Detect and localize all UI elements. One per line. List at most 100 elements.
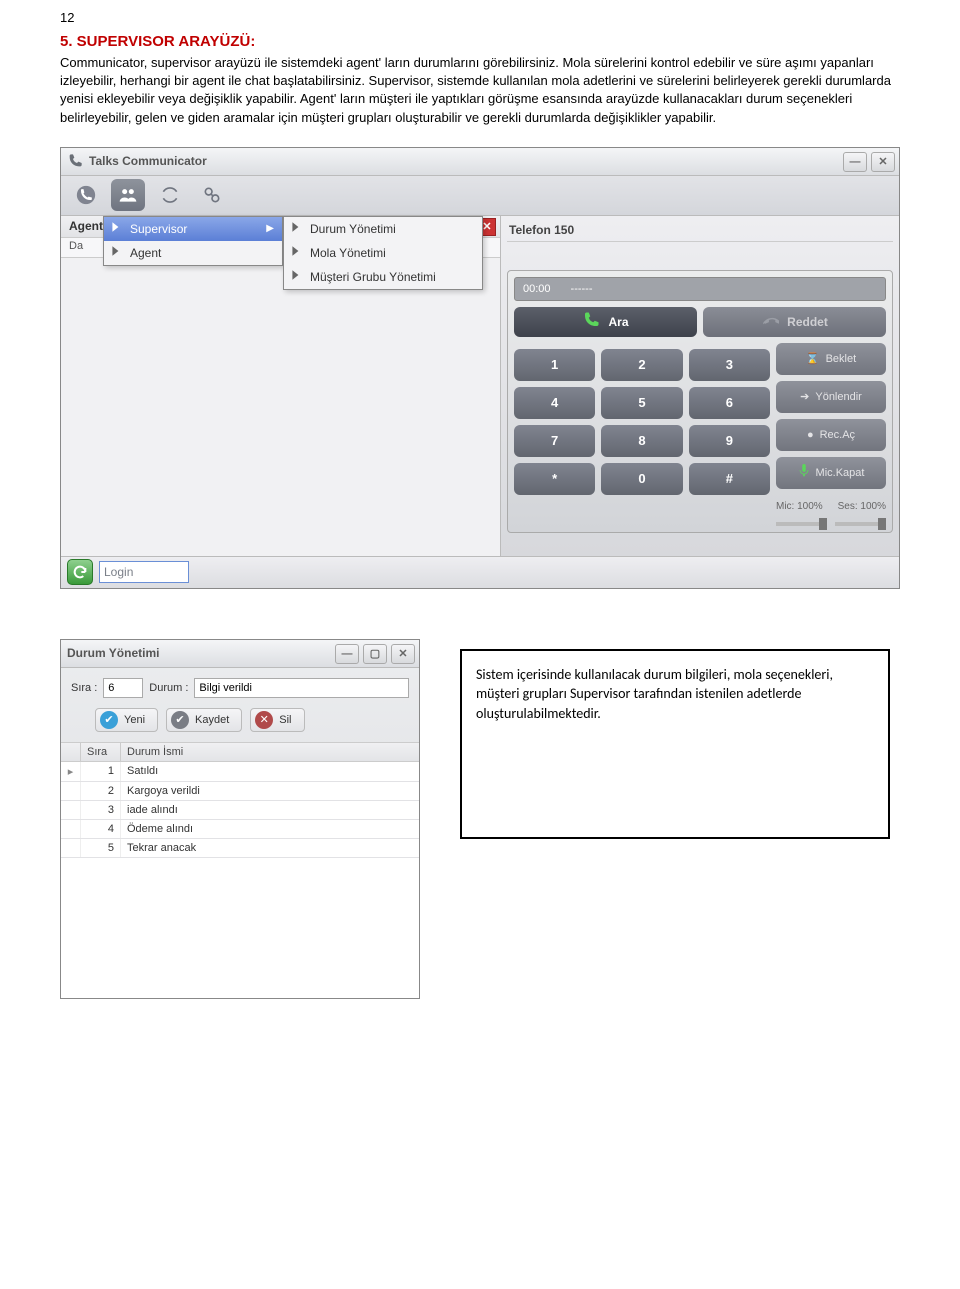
titlebar: Talks Communicator — ✕: [61, 148, 899, 176]
agent-panel: Agentl Da ✕ Supervisor ▶ Agent Durum Yön…: [61, 216, 501, 556]
key-star[interactable]: *: [514, 463, 595, 495]
key-0[interactable]: 0: [601, 463, 682, 495]
check-icon: ✔: [100, 711, 118, 729]
durum-window: Durum Yönetimi — ▢ ✕ Sıra : Durum : ✔ Ye…: [60, 639, 420, 999]
delete-label: Sil: [279, 714, 291, 726]
menu-label: Supervisor: [130, 222, 187, 236]
key-8[interactable]: 8: [601, 425, 682, 457]
toolbar-phone-icon[interactable]: [69, 179, 103, 211]
volume-labels: Mic: 100% Ses: 100%: [776, 501, 886, 512]
section-heading: 5. SUPERVISOR ARAYÜZÜ:: [60, 33, 900, 50]
mic-label: Mic.Kapat: [816, 467, 865, 479]
save-button[interactable]: ✔ Kaydet: [166, 708, 242, 732]
statusbar: [61, 556, 899, 588]
menu-item-mola-yonetimi[interactable]: Mola Yönetimi: [284, 241, 482, 265]
phone-box: 00:00 ------ Ara Reddet: [507, 270, 893, 533]
col-sira: Sıra: [81, 743, 121, 761]
durum-maximize-button[interactable]: ▢: [363, 644, 387, 664]
durum-titlebar: Durum Yönetimi — ▢ ✕: [61, 640, 419, 668]
chevron-icon: [110, 221, 122, 236]
vol-mic-label: Mic: 100%: [776, 501, 823, 512]
durum-label: Durum :: [149, 682, 188, 694]
submenu-arrow-icon: ▶: [266, 223, 274, 234]
phone-panel: Telefon 150 00:00 ------ Ara: [501, 216, 899, 556]
key-1[interactable]: 1: [514, 349, 595, 381]
hold-label: Beklet: [826, 353, 857, 365]
phone-up-icon: [582, 311, 600, 332]
durum-table: Sıra Durum İsmi ▸1Satıldı2Kargoya verild…: [61, 742, 419, 998]
phone-down-icon: [761, 311, 779, 332]
app-icon: [67, 153, 83, 169]
toolbar-swap-icon[interactable]: [153, 179, 187, 211]
login-input[interactable]: [99, 561, 189, 583]
key-2[interactable]: 2: [601, 349, 682, 381]
check-icon: ✔: [171, 711, 189, 729]
durum-minimize-button[interactable]: —: [335, 644, 359, 664]
save-label: Kaydet: [195, 714, 229, 726]
phone-display: 00:00 ------: [514, 277, 886, 301]
icon-toolbar: [61, 176, 899, 216]
reject-button[interactable]: Reddet: [703, 307, 886, 337]
section-body: Communicator, supervisor arayüzü ile sis…: [60, 54, 900, 127]
menu-item-durum-yonetimi[interactable]: Durum Yönetimi: [284, 217, 482, 241]
new-button[interactable]: ✔ Yeni: [95, 708, 158, 732]
context-menu-1: Supervisor ▶ Agent: [103, 216, 283, 266]
close-button[interactable]: ✕: [871, 152, 895, 172]
context-menu-2: Durum Yönetimi Mola Yönetimi Müşteri Gru…: [283, 216, 483, 290]
table-row[interactable]: ▸1Satıldı: [61, 762, 419, 782]
mic-mute-button[interactable]: Mic.Kapat: [776, 457, 886, 489]
new-label: Yeni: [124, 714, 145, 726]
call-time: 00:00: [523, 283, 551, 295]
menu-label: Mola Yönetimi: [310, 246, 386, 260]
transfer-button[interactable]: ➔ Yönlendir: [776, 381, 886, 413]
toolbar-people-icon[interactable]: [111, 179, 145, 211]
window-title: Talks Communicator: [89, 154, 207, 168]
ses-slider[interactable]: [835, 522, 886, 526]
menu-label: Müşteri Grubu Yönetimi: [310, 270, 436, 284]
table-row[interactable]: 4Ödeme alındı: [61, 820, 419, 839]
mic-slider[interactable]: [776, 522, 827, 526]
call-button[interactable]: Ara: [514, 307, 697, 337]
communicator-window: Talks Communicator — ✕ Agentl Da ✕: [60, 147, 900, 589]
transfer-label: Yönlendir: [815, 391, 861, 403]
delete-button[interactable]: ✕ Sil: [250, 708, 304, 732]
hold-button[interactable]: ⌛ Beklet: [776, 343, 886, 375]
record-icon: ●: [807, 429, 814, 441]
call-status: ------: [571, 283, 593, 295]
record-label: Rec.Aç: [820, 429, 855, 441]
note-box: Sistem içerisinde kullanılacak durum bil…: [460, 649, 890, 839]
key-5[interactable]: 5: [601, 387, 682, 419]
table-header: Sıra Durum İsmi: [61, 743, 419, 762]
key-3[interactable]: 3: [689, 349, 770, 381]
key-6[interactable]: 6: [689, 387, 770, 419]
arrow-right-icon: ➔: [800, 390, 809, 403]
sira-label: Sıra :: [71, 682, 97, 694]
menu-item-agent[interactable]: Agent: [104, 241, 282, 265]
durum-input[interactable]: [194, 678, 409, 698]
key-hash[interactable]: #: [689, 463, 770, 495]
menu-item-supervisor[interactable]: Supervisor ▶: [104, 217, 282, 241]
key-4[interactable]: 4: [514, 387, 595, 419]
table-row[interactable]: 5Tekrar anacak: [61, 839, 419, 858]
chevron-icon: [290, 245, 302, 260]
col-isim: Durum İsmi: [121, 743, 189, 761]
record-button[interactable]: ● Rec.Aç: [776, 419, 886, 451]
minimize-button[interactable]: —: [843, 152, 867, 172]
call-label: Ara: [608, 315, 628, 329]
key-9[interactable]: 9: [689, 425, 770, 457]
reject-label: Reddet: [787, 315, 828, 329]
menu-label: Agent: [130, 246, 161, 260]
toolbar-link-icon[interactable]: [195, 179, 229, 211]
chevron-icon: [290, 269, 302, 284]
chevron-icon: [110, 245, 122, 260]
refresh-button[interactable]: [67, 559, 93, 585]
menu-label: Durum Yönetimi: [310, 222, 396, 236]
x-icon: ✕: [255, 711, 273, 729]
sira-input[interactable]: [103, 678, 143, 698]
durum-close-button[interactable]: ✕: [391, 644, 415, 664]
table-row[interactable]: 2Kargoya verildi: [61, 782, 419, 801]
phone-panel-title: Telefon 150: [507, 220, 893, 242]
menu-item-musteri-grubu[interactable]: Müşteri Grubu Yönetimi: [284, 265, 482, 289]
key-7[interactable]: 7: [514, 425, 595, 457]
table-row[interactable]: 3iade alındı: [61, 801, 419, 820]
